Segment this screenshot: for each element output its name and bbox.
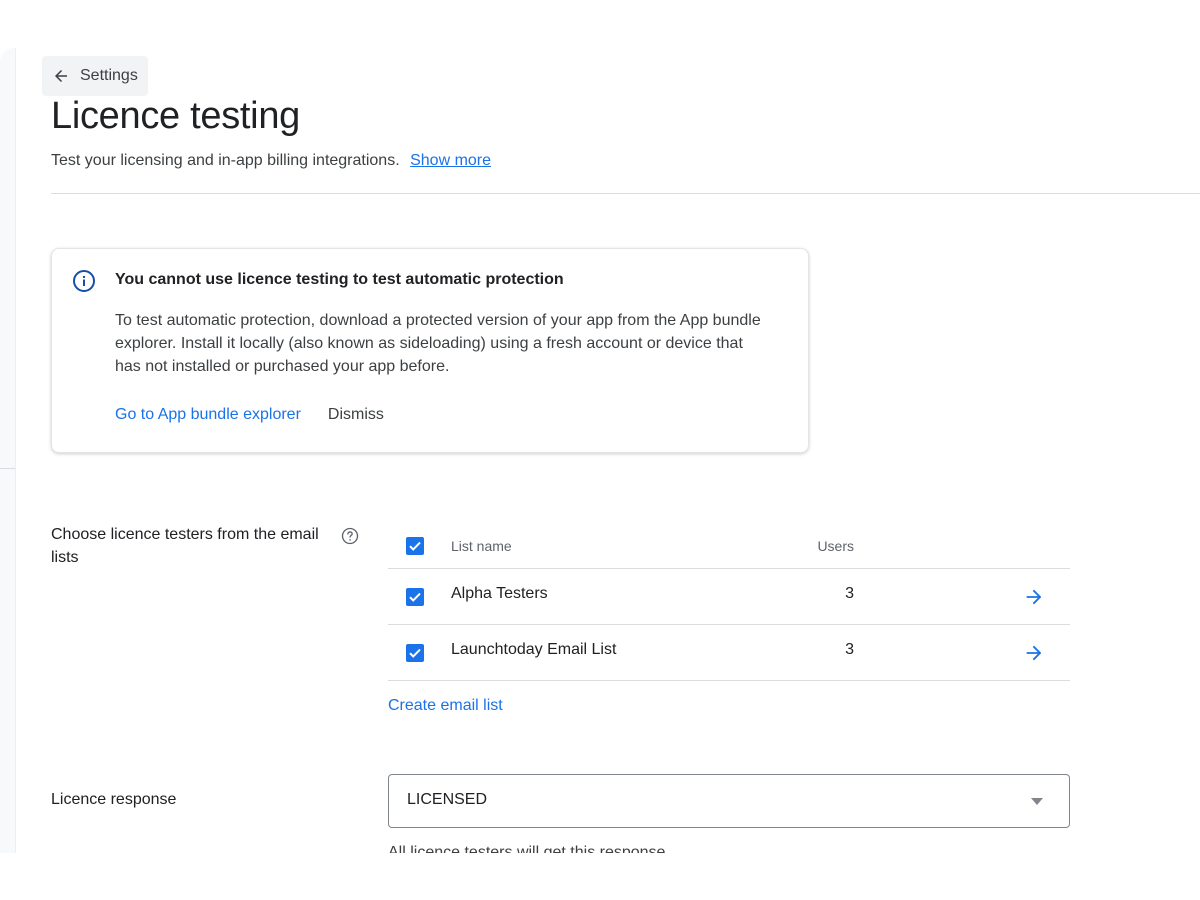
arrow-right-icon[interactable] (1023, 586, 1045, 608)
table-row[interactable]: Alpha Testers 3 (388, 569, 1070, 625)
licence-response-select[interactable]: LICENSED (388, 774, 1070, 828)
licence-response-label: Licence response (51, 791, 177, 808)
page-frame: Settings Licence testing Test your licen… (0, 48, 1200, 853)
left-rail-divider (0, 468, 15, 469)
left-rail (0, 48, 16, 853)
row-checkbox[interactable] (406, 588, 424, 606)
users-count-cell: 3 (845, 641, 854, 658)
table-header-row: List name Users (388, 522, 1070, 569)
create-email-list-link[interactable]: Create email list (388, 697, 503, 715)
column-header-list-name: List name (451, 538, 512, 554)
go-to-app-bundle-explorer-button[interactable]: Go to App bundle explorer (115, 406, 301, 424)
caret-down-icon (1031, 798, 1043, 805)
users-count-cell: 3 (845, 585, 854, 602)
checkmark-icon (409, 648, 421, 658)
info-card-title: You cannot use licence testing to test a… (115, 271, 564, 288)
select-all-checkbox[interactable] (406, 537, 424, 555)
testers-section-label: Choose licence testers from the email li… (51, 526, 319, 566)
list-name-cell: Alpha Testers (451, 585, 548, 602)
row-checkbox[interactable] (406, 644, 424, 662)
arrow-right-icon[interactable] (1023, 642, 1045, 664)
info-icon (73, 270, 95, 292)
help-icon[interactable] (341, 527, 359, 545)
back-button-label: Settings (80, 67, 138, 84)
checkmark-icon (409, 592, 421, 602)
page-title: Licence testing (51, 95, 300, 137)
header-divider (51, 193, 1200, 194)
back-to-settings-button[interactable]: Settings (42, 56, 148, 96)
arrow-left-icon (55, 70, 67, 82)
email-lists-table: List name Users Alpha Testers 3 Launchto… (388, 522, 1070, 681)
info-card-actions: Go to App bundle explorer Dismiss (115, 406, 384, 424)
info-card: You cannot use licence testing to test a… (51, 248, 809, 453)
licence-response-value: LICENSED (407, 791, 488, 808)
dismiss-button[interactable]: Dismiss (328, 406, 384, 424)
table-row[interactable]: Launchtoday Email List 3 (388, 625, 1070, 681)
page-subtitle: Test your licensing and in-app billing i… (51, 152, 491, 170)
info-card-body: To test automatic protection, download a… (115, 312, 761, 375)
licence-response-helper: All licence testers will get this respon… (388, 844, 666, 853)
show-more-link[interactable]: Show more (410, 152, 491, 169)
viewport: Settings Licence testing Test your licen… (0, 0, 1200, 900)
checkmark-icon (409, 541, 421, 551)
list-name-cell: Launchtoday Email List (451, 641, 617, 658)
column-header-users: Users (817, 538, 854, 554)
page-subtitle-text: Test your licensing and in-app billing i… (51, 152, 400, 169)
